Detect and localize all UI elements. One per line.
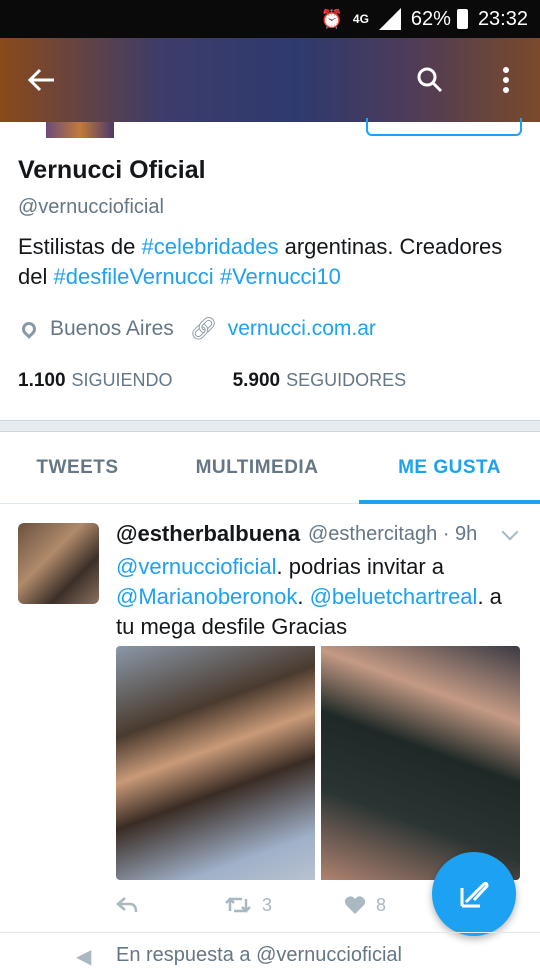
bio-link[interactable]: #desfileVernucci (53, 264, 213, 289)
next-tweet-reply-context: En respuesta a @vernuccioficial (116, 944, 402, 966)
tweet-text: @vernuccioficial. podrias invitar a @Mar… (116, 552, 526, 642)
tweet-media (116, 646, 520, 880)
following-stat[interactable]: 1.100 SIGUIENDO (18, 370, 173, 392)
location-pin-icon (19, 319, 39, 339)
section-divider (0, 420, 540, 432)
profile-tabs: TWEETS MULTIMEDIA ME GUSTA (0, 432, 540, 504)
tweet-text-segment: . podrias invitar a (276, 554, 445, 579)
battery-icon (456, 9, 468, 29)
tweet-photo-2[interactable] (321, 646, 520, 880)
reply-icon[interactable] (116, 896, 224, 914)
profile-meta: Buenos Aires 🔗︎ vernucci.com.ar (18, 316, 376, 342)
bio-segment: Estilistas de (18, 234, 142, 259)
follow-button[interactable] (366, 118, 522, 136)
tab-multimedia[interactable]: MULTIMEDIA (155, 432, 359, 504)
retweet-button[interactable]: 3 (224, 895, 344, 916)
search-icon[interactable] (410, 60, 450, 100)
profile-stats: 1.100 SIGUIENDO 5.900 SEGUIDORES (18, 370, 406, 392)
signal-icon (378, 8, 401, 30)
tweet-time: · 9h (442, 523, 478, 545)
compose-tweet-button[interactable] (432, 852, 516, 936)
chevron-down-icon[interactable] (501, 523, 519, 541)
status-bar: ⏰ 4G 62% 23:32 (0, 0, 540, 38)
like-button[interactable]: 8 (344, 895, 386, 916)
retweet-count: 3 (262, 894, 273, 915)
link-icon: 🔗︎ (189, 316, 218, 341)
back-arrow-icon[interactable] (22, 60, 62, 100)
followers-stat[interactable]: 5.900 SEGUIDORES (233, 370, 407, 392)
profile-avatar[interactable] (46, 122, 114, 138)
tweet-author-avatar[interactable] (18, 523, 99, 604)
tweet-divider (0, 932, 540, 933)
tweet-actions: 3 8 (116, 892, 416, 918)
bio-link[interactable]: #celebridades (142, 234, 279, 259)
heart-icon (344, 896, 366, 914)
tab-tweets[interactable]: TWEETS (0, 432, 155, 504)
tweet-handle-text: @esthercitagh (308, 523, 438, 545)
profile-location: Buenos Aires (50, 317, 174, 340)
followers-label: SEGUIDORES (286, 370, 407, 390)
profile-website[interactable]: vernucci.com.ar (228, 317, 376, 341)
following-label: SIGUIENDO (71, 370, 173, 390)
tweet-text-link[interactable]: @beluetchartreal (310, 584, 478, 609)
alarm-icon: ⏰ (320, 8, 343, 29)
profile-name: Vernucci Oficial (18, 156, 206, 184)
like-count: 8 (376, 894, 387, 915)
clock: 23:32 (477, 7, 528, 30)
profile-bio: Estilistas de #celebridades argentinas. … (18, 232, 523, 292)
bio-link[interactable]: #Vernucci10 (220, 264, 341, 289)
tab-me-gusta[interactable]: ME GUSTA (359, 432, 540, 504)
following-count: 1.100 (18, 370, 66, 391)
tweet-author-handle: @esthercitagh · 9h (308, 523, 477, 546)
tweet-photo-1[interactable] (116, 646, 315, 880)
reply-arrow-icon: ◀ (76, 946, 92, 968)
tweet-author-name[interactable]: @estherbalbuena (116, 521, 300, 547)
tweet-text-link[interactable]: @vernuccioficial (116, 554, 277, 579)
network-label: 4G (352, 12, 369, 26)
battery-percent: 62% (410, 7, 451, 30)
followers-count: 5.900 (232, 370, 281, 391)
profile-handle: @vernuccioficial (18, 196, 164, 218)
more-options-icon[interactable] (486, 60, 526, 100)
compose-feather-icon (460, 881, 489, 908)
tweet-text-link[interactable]: @Marianoberonok (116, 584, 297, 609)
tweet-text-segment: . (297, 584, 310, 609)
profile-header-banner (0, 38, 540, 122)
